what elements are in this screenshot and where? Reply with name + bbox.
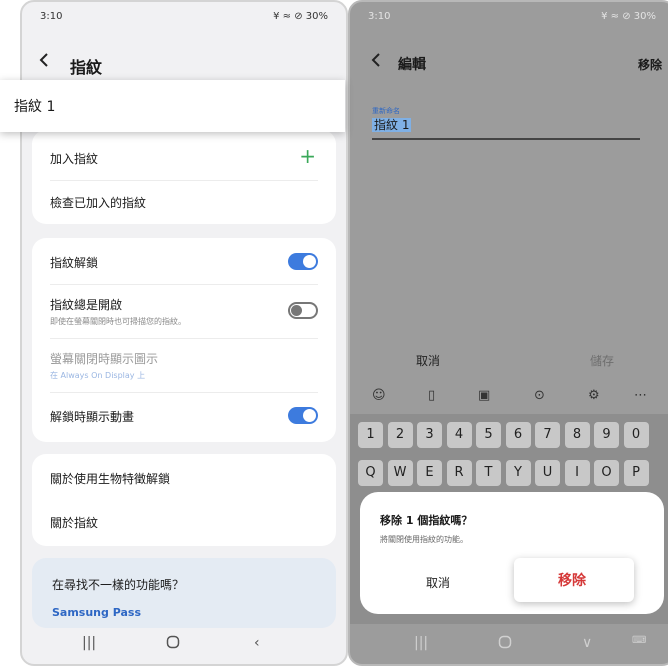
recents-icon[interactable]: ||| [82,635,96,651]
add-fingerprint-label: 加入指紋 [50,152,99,166]
key-u[interactable]: U [535,460,560,486]
translate-icon[interactable]: ▣ [478,388,490,403]
key-y[interactable]: Y [505,460,531,486]
check-fingerprints-row[interactable]: 檢查已加入的指紋 [32,180,336,224]
status-indicators: ¥ ≈ ⊘ 30% [601,11,656,22]
header: 編輯 移除 [350,46,668,82]
always-on-row[interactable]: 指紋總是開啟 即使在螢幕關閉時也可掃描您的指紋。 [32,284,336,338]
remove-button[interactable]: 移除 [638,56,662,73]
back-button[interactable] [370,52,382,73]
page-title: 編輯 [398,57,426,73]
key-p[interactable]: P [623,460,649,486]
fingerprint-unlock-toggle[interactable] [288,253,318,270]
home-icon[interactable] [166,635,180,653]
key-2[interactable]: 2 [387,422,413,448]
always-on-toggle[interactable] [288,302,318,319]
fingerprint-list-card: 加入指紋 + 檢查已加入的指紋 [32,130,336,224]
keyboard-hide-icon[interactable]: ∨ [582,635,592,651]
suggestion-card: 在尋找不一樣的功能嗎？ Samsung Pass [32,558,336,628]
clipboard-icon[interactable]: ▯ [428,388,435,403]
key-r[interactable]: R [446,460,472,486]
header: 指紋 [22,46,346,82]
dialog-description: 將關閉使用指紋的功能。 [380,535,468,544]
key-q[interactable]: Q [358,460,383,486]
remove-dialog: 移除 1 個指紋嗎？ 將關閉使用指紋的功能。 取消 移除 [360,492,664,614]
key-6[interactable]: 6 [505,422,531,448]
key-0[interactable]: 0 [623,422,649,448]
cancel-button[interactable]: 取消 [416,352,440,369]
rename-input[interactable]: 指紋 1 [372,116,640,140]
key-5[interactable]: 5 [476,422,501,448]
status-bar: 3:10 ¥ ≈ ⊘ 30% [22,10,346,26]
key-o[interactable]: O [594,460,619,486]
about-fingerprint-row[interactable]: 關於指紋 [32,500,336,546]
keyboard-toolbar: ☺ ▯ ▣ ⊙ ⚙ ⋯ [350,384,668,410]
fingerprint-name-label: 指紋 1 [14,99,56,115]
about-biometric-row[interactable]: 關於使用生物特徵解鎖 [32,454,336,500]
fingerprint-unlock-row[interactable]: 指紋解鎖 [32,238,336,284]
about-biometric-label: 關於使用生物特徵解鎖 [50,472,171,486]
unlock-animation-row[interactable]: 解鎖時顯示動畫 [32,392,336,442]
add-fingerprint-row[interactable]: 加入指紋 + [32,130,336,180]
key-1[interactable]: 1 [358,422,383,448]
key-9[interactable]: 9 [594,422,619,448]
dialog-remove-label: 移除 [558,573,586,589]
back-button[interactable] [38,52,60,74]
emoji-icon[interactable]: ☺ [372,388,386,403]
rename-input-value: 指紋 1 [372,118,412,132]
check-fingerprints-label: 檢查已加入的指紋 [50,196,147,210]
dialog-remove-button[interactable]: 移除 [514,558,634,602]
unlock-animation-label: 解鎖時顯示動畫 [50,410,135,424]
chevron-left-icon [371,53,380,67]
about-card: 關於使用生物特徵解鎖 關於指紋 [32,454,336,546]
always-on-label: 指紋總是開啟 [50,298,123,312]
key-i[interactable]: I [564,460,590,486]
key-t[interactable]: T [476,460,501,486]
key-e[interactable]: E [417,460,442,486]
unlock-animation-toggle[interactable] [288,407,318,424]
keyboard-switch-icon[interactable]: ⌨ [632,635,646,646]
status-time: 3:10 [40,11,63,22]
status-bar: 3:10 ¥ ≈ ⊘ 30% [350,10,668,26]
samsung-pass-link[interactable]: Samsung Pass [52,606,141,619]
more-icon[interactable]: ⋯ [634,388,647,403]
suggestion-title: 在尋找不一樣的功能嗎？ [52,578,185,592]
navigation-bar: ||| ∨ ⌨ [350,626,668,664]
screen-off-icon-label: 螢幕關閉時顯示圖示 [50,352,159,366]
key-4[interactable]: 4 [446,422,472,448]
edit-fingerprint-screen: 3:10 ¥ ≈ ⊘ 30% 編輯 移除 重新命名 指紋 1 取消 儲存 ☺ ▯… [348,0,668,666]
recents-icon[interactable]: ||| [414,635,428,651]
chevron-left-icon [39,53,48,67]
mic-icon[interactable]: ⊙ [534,388,545,403]
key-8[interactable]: 8 [564,422,590,448]
fingerprint-unlock-label: 指紋解鎖 [50,256,99,270]
status-time: 3:10 [368,11,391,22]
rename-field-label: 重新命名 [372,107,400,115]
back-nav-icon[interactable]: ‹ [254,635,260,651]
navigation-bar: ||| ‹ [22,626,346,664]
settings-icon[interactable]: ⚙ [588,388,600,403]
dialog-cancel-button[interactable]: 取消 [426,574,450,591]
dialog-title: 移除 1 個指紋嗎？ [380,514,473,527]
about-fingerprint-label: 關於指紋 [50,516,99,530]
save-button[interactable]: 儲存 [590,352,614,369]
screen-off-icon-row: 螢幕關閉時顯示圖示 在 Always On Display 上 [32,338,336,392]
fingerprint-options-card: 指紋解鎖 指紋總是開啟 即使在螢幕關閉時也可掃描您的指紋。 螢幕關閉時顯示圖示 … [32,238,336,442]
plus-icon: + [299,144,316,168]
key-7[interactable]: 7 [535,422,560,448]
key-3[interactable]: 3 [417,422,442,448]
page-title: 指紋 [70,58,103,77]
home-icon[interactable] [498,635,512,653]
screen-off-icon-sub: 在 Always On Display 上 [50,371,146,380]
status-indicators: ¥ ≈ ⊘ 30% [273,11,328,22]
fingerprint-name-banner[interactable]: 指紋 1 [0,80,345,132]
always-on-sub: 即使在螢幕關閉時也可掃描您的指紋。 [50,317,186,326]
key-w[interactable]: W [387,460,413,486]
